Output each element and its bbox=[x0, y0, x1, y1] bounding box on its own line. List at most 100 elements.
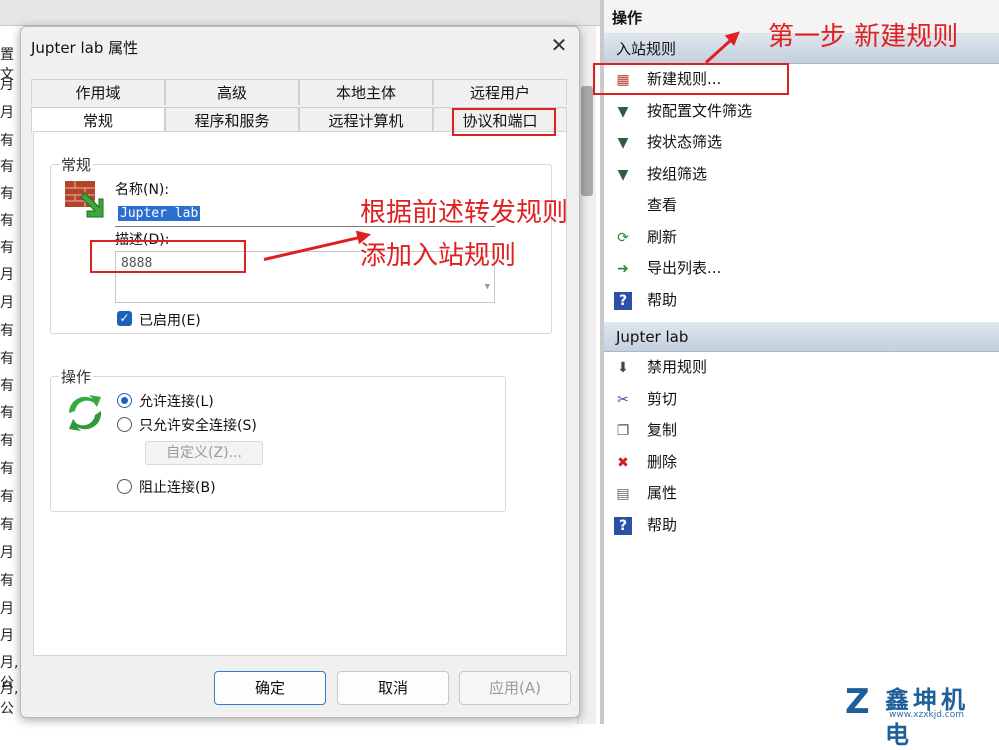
apply-button[interactable]: 应用(A) bbox=[459, 671, 571, 705]
action-item-items2-5[interactable]: ? 帮助 bbox=[604, 510, 999, 542]
scrollbar-thumb[interactable] bbox=[581, 86, 593, 196]
action-item-items1-6[interactable]: ➜ 导出列表... bbox=[604, 253, 999, 285]
watermark: Z 鑫坤机电 www.xzxkjd.com bbox=[845, 680, 995, 749]
rule-actions-list: ⬇ 禁用规则 ✂ 剪切 ❐ 复制 ✖ 删除 ▤ 属性? 帮助 bbox=[604, 352, 999, 541]
help-icon: ? bbox=[614, 291, 632, 310]
block-connection-label: 阻止连接(B) bbox=[139, 480, 216, 496]
disable-icon: ⬇ bbox=[617, 360, 629, 376]
close-icon[interactable]: ✕ bbox=[547, 33, 571, 57]
tab-tabs_row1-3[interactable]: 远程用户 bbox=[433, 79, 567, 105]
cancel-button[interactable]: 取消 bbox=[337, 671, 449, 705]
highlight-description bbox=[90, 240, 246, 273]
help-icon: ? bbox=[614, 516, 632, 535]
block-connection-radio[interactable] bbox=[117, 479, 132, 494]
action-item-items2-1[interactable]: ✂ 剪切 bbox=[604, 384, 999, 416]
action-item-items1-2[interactable]: ▼ 按状态筛选 bbox=[604, 127, 999, 159]
action-item-label: 帮助 bbox=[647, 515, 678, 534]
name-value: Jupter lab bbox=[118, 206, 201, 221]
actions-pane: 操作 入站规则 ▦ 新建规则... ▼ 按配置文件筛选 ▼ 按状态筛选 ▼ 按组筛选 查看 ⟳ 刷新… bbox=[600, 0, 999, 724]
filter-icon: ▼ bbox=[617, 166, 629, 183]
list-cell-fragment: 有 bbox=[0, 433, 14, 449]
list-cell-fragment: 有 bbox=[0, 159, 14, 175]
cut-icon: ✂ bbox=[617, 391, 629, 408]
list-header-bar bbox=[0, 0, 600, 26]
refresh-icon: ⟳ bbox=[617, 229, 629, 246]
list-cell-fragment: 有 bbox=[0, 240, 14, 256]
export-icon: ➜ bbox=[617, 261, 629, 277]
allow-connection-radio[interactable] bbox=[117, 393, 132, 408]
annotation-step2-line1: 根据前述转发规则 bbox=[360, 198, 569, 228]
list-cell-fragment: 有 bbox=[0, 323, 14, 339]
section-jupter-lab[interactable]: Jupter lab bbox=[604, 322, 999, 352]
action-item-label: 刷新 bbox=[647, 227, 678, 246]
action-item-items1-4[interactable]: 查看 bbox=[604, 190, 999, 222]
tab-tabs_row2-1[interactable]: 程序和服务 bbox=[165, 107, 299, 133]
list-cell-fragment: 有 bbox=[0, 186, 14, 202]
action-item-items1-3[interactable]: ▼ 按组筛选 bbox=[604, 159, 999, 191]
action-item-label: 属性 bbox=[647, 484, 678, 502]
list-cell-fragment: 月 bbox=[0, 105, 14, 121]
list-cell-fragment: 月,公 bbox=[0, 681, 19, 717]
action-item-label: 查看 bbox=[647, 196, 678, 214]
name-label: 名称(N): bbox=[115, 182, 170, 198]
action-item-items1-1[interactable]: ▼ 按配置文件筛选 bbox=[604, 96, 999, 128]
action-item-label: 按配置文件筛选 bbox=[647, 101, 753, 120]
list-cell-fragment: 月 bbox=[0, 628, 14, 644]
tab-tabs_row1-2[interactable]: 本地主体 bbox=[299, 79, 433, 105]
tab-tabs_row1-0[interactable]: 作用域 bbox=[31, 79, 165, 105]
list-cell-fragment: 有 bbox=[0, 378, 14, 394]
list-cell-fragment: 有 bbox=[0, 573, 14, 589]
action-item-label: 导出列表... bbox=[647, 259, 722, 277]
list-cell-fragment: 有 bbox=[0, 133, 14, 149]
inbound-actions-list: ▦ 新建规则... ▼ 按配置文件筛选 ▼ 按状态筛选 ▼ 按组筛选 查看 ⟳ 刷新 ➜ 导出列表...… bbox=[604, 64, 999, 316]
list-cell-fragment: 有 bbox=[0, 351, 14, 367]
group-action-label: 操作 bbox=[59, 366, 94, 387]
filter-icon: ▼ bbox=[617, 135, 629, 151]
customize-button[interactable]: 自定义(Z)... bbox=[145, 441, 263, 465]
copy-icon: ❐ bbox=[616, 423, 630, 439]
allow-secure-label: 只允许安全连接(S) bbox=[139, 418, 257, 434]
highlight-new-rule bbox=[593, 63, 789, 95]
brand-logo-icon: Z bbox=[845, 682, 870, 722]
highlight-protocol-ports-tab bbox=[452, 108, 556, 136]
annotation-step1: 第一步 新建规则 bbox=[768, 22, 959, 52]
enabled-checkbox[interactable]: ✓ bbox=[117, 311, 132, 326]
list-cell-fragment: 有 bbox=[0, 489, 14, 505]
allow-secure-radio[interactable] bbox=[117, 417, 132, 432]
filter-icon: ▼ bbox=[617, 103, 629, 120]
watermark-url: www.xzxkjd.com bbox=[889, 710, 965, 720]
action-item-label: 复制 bbox=[647, 421, 678, 439]
list-cell-fragment: 有 bbox=[0, 461, 14, 477]
action-item-items2-3[interactable]: ✖ 删除 bbox=[604, 447, 999, 479]
action-item-items2-4[interactable]: ▤ 属性 bbox=[604, 478, 999, 510]
list-cell-fragment: 有 bbox=[0, 405, 14, 421]
action-item-items2-2[interactable]: ❐ 复制 bbox=[604, 415, 999, 447]
action-item-items1-5[interactable]: ⟳ 刷新 bbox=[604, 222, 999, 254]
action-item-label: 剪切 bbox=[647, 389, 678, 408]
allow-connection-label: 允许连接(L) bbox=[139, 394, 214, 410]
tab-row-1: 作用域 高级 本地主体 远程用户 bbox=[31, 79, 567, 105]
action-item-items2-0[interactable]: ⬇ 禁用规则 bbox=[604, 352, 999, 384]
properties-icon: ▤ bbox=[616, 486, 630, 502]
firewall-icon bbox=[65, 181, 104, 218]
delete-icon: ✖ bbox=[617, 454, 629, 471]
scroll-down-icon[interactable]: ▼ bbox=[485, 282, 490, 292]
enabled-label: 已启用(E) bbox=[139, 313, 201, 329]
action-item-items1-7[interactable]: ? 帮助 bbox=[604, 285, 999, 317]
dialog-title: Jupter lab 属性 bbox=[31, 39, 139, 57]
tab-tabs_row2-0[interactable]: 常规 bbox=[31, 107, 165, 133]
action-item-label: 按状态筛选 bbox=[647, 133, 723, 151]
action-item-label: 禁用规则 bbox=[647, 358, 708, 376]
group-general-label: 常规 bbox=[59, 154, 94, 175]
tab-tabs_row1-1[interactable]: 高级 bbox=[165, 79, 299, 105]
ok-button[interactable]: 确定 bbox=[214, 671, 326, 705]
list-cell-fragment: 月 bbox=[0, 77, 14, 93]
allow-arrows-icon bbox=[68, 395, 102, 431]
list-cell-fragment: 月 bbox=[0, 295, 14, 311]
action-item-label: 帮助 bbox=[647, 290, 678, 309]
list-cell-fragment: 有 bbox=[0, 517, 14, 533]
list-cell-fragment: 月 bbox=[0, 601, 14, 617]
list-cell-fragment: 有 bbox=[0, 213, 14, 229]
tab-tabs_row2-2[interactable]: 远程计算机 bbox=[299, 107, 433, 133]
annotation-step2-line2: 添加入站规则 bbox=[360, 241, 517, 271]
